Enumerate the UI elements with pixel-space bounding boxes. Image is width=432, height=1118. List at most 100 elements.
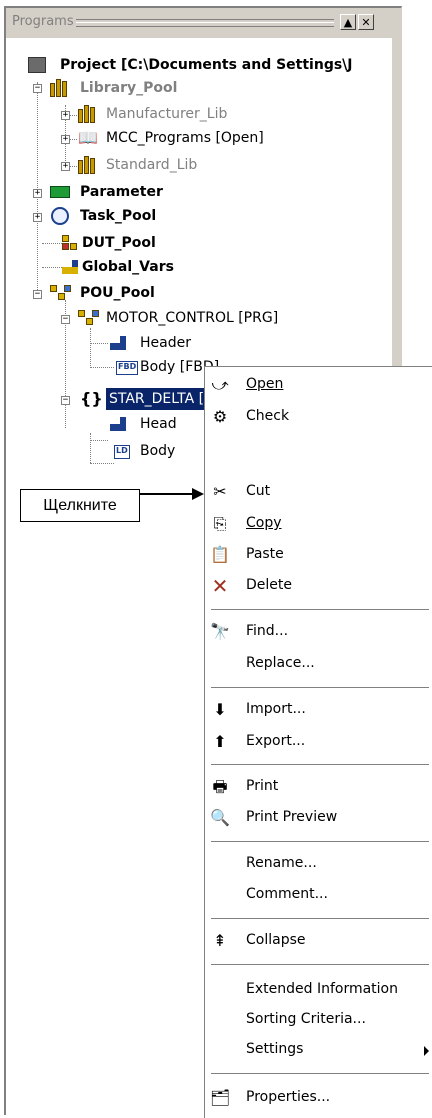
- clock-icon: [51, 207, 69, 225]
- menu-item-label: Open: [246, 376, 284, 392]
- binoculars-icon: 🔭: [210, 622, 230, 641]
- menu-separator: [211, 918, 429, 920]
- print-preview-icon: 🔍: [210, 808, 230, 827]
- menu-item-sorting-criteria[interactable]: Sorting Criteria...: [205, 1005, 432, 1035]
- copy-icon: ⎘: [213, 514, 227, 533]
- menu-item-print[interactable]: 🖶 Print: [205, 772, 432, 802]
- expand-toggle-icon[interactable]: +: [33, 189, 42, 198]
- import-icon: ⬇: [213, 700, 227, 719]
- menu-item-label: Cut: [246, 483, 271, 499]
- panel-titlebar[interactable]: Programs ▲ ✕: [6, 8, 402, 38]
- close-icon[interactable]: ✕: [358, 14, 374, 30]
- library-icon: [78, 105, 98, 123]
- menu-item-cut[interactable]: ✂ Cut: [205, 477, 432, 507]
- minimize-button[interactable]: ▲: [340, 14, 356, 30]
- collapse-toggle-icon[interactable]: −: [61, 315, 70, 324]
- menu-item-label: Extended Information: [246, 981, 398, 997]
- check-icon: ⚙: [212, 407, 228, 426]
- menu-separator: [211, 687, 429, 689]
- menu-item-label: Copy: [246, 515, 282, 531]
- dut-icon: [62, 235, 84, 251]
- menu-item-properties[interactable]: 🗂 Properties...: [205, 1083, 432, 1113]
- panel-title: Programs: [12, 14, 74, 29]
- context-menu: ⤻ Open ⚙ Check ✂ Cut ⎘ Copy 📋 Paste ✕ De…: [204, 366, 432, 1118]
- menu-item-label: Rename...: [246, 855, 317, 871]
- menu-item-rename[interactable]: Rename...: [205, 849, 432, 879]
- menu-item-label: Print Preview: [246, 809, 338, 825]
- menu-item-export[interactable]: ⬆ Export...: [205, 727, 432, 757]
- menu-separator: [211, 1073, 429, 1075]
- tree-label: Manufacturer_Lib: [106, 106, 228, 122]
- tree-label: Header: [140, 335, 191, 351]
- menu-item-find[interactable]: 🔭 Find...: [205, 617, 432, 647]
- menu-item-check[interactable]: ⚙ Check: [205, 402, 432, 432]
- delete-icon: ✕: [211, 574, 229, 598]
- tree-line: [42, 267, 62, 268]
- menu-item-replace[interactable]: Replace...: [205, 649, 432, 679]
- printer-icon: 🖶: [212, 777, 228, 796]
- fbd-icon: FBD: [116, 361, 139, 375]
- open-icon: ⤻: [211, 375, 229, 394]
- tree-label: MOTOR_CONTROL [PRG]: [106, 310, 279, 326]
- menu-item-label: Comment...: [246, 886, 328, 902]
- collapse-toggle-icon[interactable]: −: [61, 396, 70, 405]
- menu-item-open[interactable]: ⤻ Open: [205, 370, 432, 400]
- menu-item-label: Export...: [246, 733, 306, 749]
- expand-toggle-icon[interactable]: +: [33, 213, 42, 222]
- expand-toggle-icon[interactable]: +: [61, 111, 70, 120]
- expand-toggle-icon[interactable]: +: [61, 162, 70, 171]
- header-icon: [110, 417, 130, 431]
- menu-item-label: Collapse: [246, 932, 306, 948]
- menu-item-label: Sorting Criteria...: [246, 1011, 366, 1027]
- tree-line: [90, 433, 91, 463]
- tree-label: Library_Pool: [80, 80, 178, 96]
- titlebar-grip: [76, 19, 334, 27]
- menu-item-import[interactable]: ⬇ Import...: [205, 695, 432, 725]
- tree-label: Project [C:\Documents and Settings\J: [60, 57, 353, 73]
- scissors-icon: ✂: [213, 482, 227, 501]
- menu-item-paste[interactable]: 📋 Paste: [205, 540, 432, 570]
- tree-label: Global_Vars: [82, 259, 174, 275]
- menu-item-label: Find...: [246, 623, 289, 639]
- callout-arrow-head: [192, 488, 204, 500]
- menu-item-copy[interactable]: ⎘ Copy: [205, 509, 432, 539]
- menu-item-print-preview[interactable]: 🔍 Print Preview: [205, 803, 432, 833]
- tree-label: POU_Pool: [80, 285, 155, 301]
- menu-separator: [211, 841, 429, 843]
- collapse-toggle-icon[interactable]: −: [33, 290, 42, 299]
- tree-label: Body: [140, 443, 176, 459]
- tree-line: [42, 243, 62, 244]
- submenu-arrow-icon: [424, 1046, 429, 1056]
- menu-item-extended-information[interactable]: Extended Information: [205, 975, 432, 1005]
- library-icon: [78, 156, 98, 174]
- collapse-toggle-icon[interactable]: −: [33, 84, 42, 93]
- tree-line: [90, 440, 108, 441]
- parameter-icon: [50, 186, 70, 198]
- open-book-icon: 📖: [78, 128, 98, 147]
- menu-item-label: Properties...: [246, 1089, 331, 1105]
- paste-icon: 📋: [210, 545, 230, 564]
- menu-item-label: Settings: [246, 1041, 304, 1057]
- menu-item-collapse[interactable]: ⇞ Collapse: [205, 926, 432, 956]
- menu-item-settings[interactable]: Settings: [205, 1035, 432, 1065]
- library-icon: [50, 79, 70, 97]
- menu-item-delete[interactable]: ✕ Delete: [205, 571, 432, 601]
- global-vars-icon: [62, 260, 82, 274]
- expand-toggle-icon[interactable]: +: [61, 135, 70, 144]
- menu-item-comment[interactable]: Comment...: [205, 880, 432, 910]
- menu-item-label: Delete: [246, 577, 292, 593]
- program-icon: [78, 310, 100, 326]
- callout-arrow: [140, 493, 198, 495]
- tree-label: DUT_Pool: [82, 235, 156, 251]
- properties-icon: 🗂: [210, 1088, 231, 1107]
- tree-line: [90, 463, 114, 464]
- header-icon: [110, 336, 130, 350]
- menu-item-label: Paste: [246, 546, 284, 562]
- tree-label: Task_Pool: [80, 208, 157, 224]
- project-icon: [28, 57, 46, 73]
- ld-icon: LD: [114, 445, 130, 459]
- function-block-icon: {}: [80, 389, 103, 408]
- tree-label: Standard_Lib: [106, 157, 198, 173]
- collapse-tree-icon: ⇞: [213, 931, 227, 950]
- export-icon: ⬆: [213, 732, 227, 751]
